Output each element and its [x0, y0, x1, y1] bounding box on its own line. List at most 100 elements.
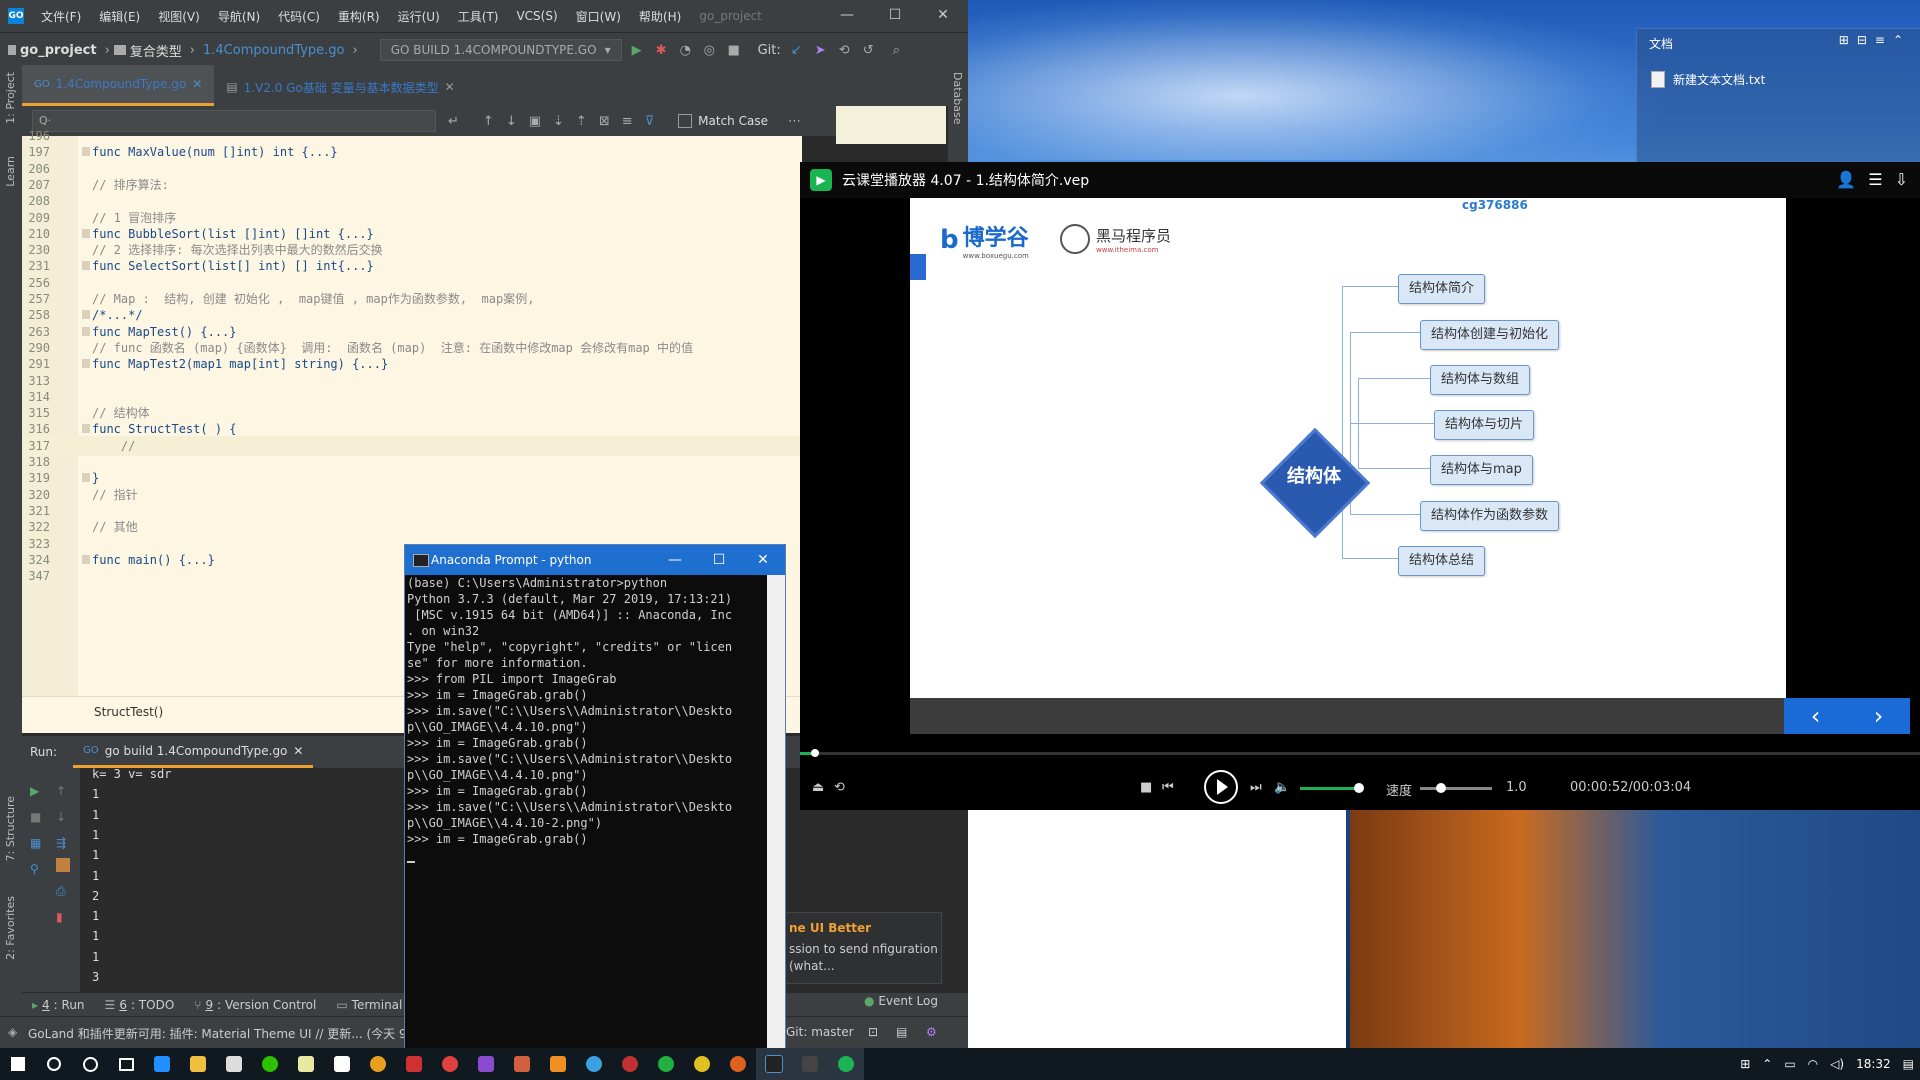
- fold-icon[interactable]: [82, 359, 90, 369]
- print-icon[interactable]: ⎙: [56, 884, 70, 898]
- task-view-button[interactable]: [108, 1048, 144, 1080]
- close-button[interactable]: ✕: [920, 0, 966, 32]
- speed-handle[interactable]: [1436, 783, 1446, 793]
- breadcrumb-project[interactable]: go_project: [16, 43, 101, 58]
- terminal-tool-tab[interactable]: ▭ Terminal: [326, 998, 412, 1012]
- tab-go-basics[interactable]: ▤ 1.V2.0 Go基础 变量与基本数据类型 ✕: [214, 68, 466, 106]
- taskbar-app-app3[interactable]: [504, 1048, 540, 1080]
- video-frame[interactable]: cg376886 b 博学谷 www.boxuegu.com 黑马程序员 www.i…: [910, 198, 1786, 698]
- cortana-button[interactable]: [72, 1048, 108, 1080]
- taskbar-app-app7[interactable]: [648, 1048, 684, 1080]
- fold-icon[interactable]: [82, 424, 90, 434]
- maximize-button[interactable]: ☐: [697, 545, 741, 575]
- taskbar-app-player[interactable]: [828, 1048, 864, 1080]
- start-button[interactable]: [0, 1048, 36, 1080]
- lock-icon[interactable]: ⊡: [868, 1025, 878, 1039]
- layout-icon[interactable]: ▦: [30, 836, 44, 850]
- run-configuration-select[interactable]: GO BUILD 1.4COMPOUNDTYPE.GO ▾: [379, 39, 622, 61]
- todo-tool-tab[interactable]: ☰ 6: TODO: [95, 998, 185, 1012]
- fold-icon[interactable]: [82, 310, 90, 320]
- play-button[interactable]: [1204, 770, 1238, 804]
- structure-tool-button[interactable]: 7: Structure: [4, 796, 17, 861]
- volume-icon[interactable]: 🔈: [1274, 780, 1290, 795]
- volume-icon[interactable]: ◁): [1830, 1057, 1844, 1071]
- taskbar-app-mail[interactable]: [216, 1048, 252, 1080]
- menu-view[interactable]: 视图(V): [149, 8, 209, 25]
- stop-icon[interactable]: ■: [30, 810, 44, 824]
- network-icon[interactable]: ◠: [1808, 1057, 1818, 1071]
- stop-icon[interactable]: ■: [1140, 780, 1152, 795]
- menu-help[interactable]: 帮助(H): [630, 8, 690, 25]
- git-history-icon[interactable]: ⟲: [839, 43, 853, 58]
- run-output-console[interactable]: k= 3 v= sdr 1 1 1 1 1 2 1 1 1 3: [80, 767, 410, 992]
- taskbar-app-app4[interactable]: [540, 1048, 576, 1080]
- taskbar-app-app6[interactable]: [612, 1048, 648, 1080]
- taskbar-app-app2[interactable]: [432, 1048, 468, 1080]
- menu-run[interactable]: 运行(U): [389, 8, 449, 25]
- volume-handle[interactable]: [1354, 783, 1364, 793]
- memory-icon[interactable]: ▤: [896, 1025, 907, 1039]
- close-icon[interactable]: ✕: [293, 744, 303, 758]
- stop-icon[interactable]: ■: [728, 43, 742, 58]
- database-tool-button[interactable]: Database: [951, 72, 964, 125]
- minimize-button[interactable]: —: [824, 0, 870, 32]
- trash-icon[interactable]: ▮: [56, 910, 70, 924]
- previous-track-icon[interactable]: ⏮: [1162, 780, 1174, 795]
- eject-icon[interactable]: ⏏: [812, 780, 824, 795]
- close-icon[interactable]: ✕: [445, 80, 455, 94]
- profile-icon[interactable]: ◎: [704, 43, 718, 58]
- next-slide-icon[interactable]: ›: [1874, 702, 1884, 730]
- maximize-button[interactable]: ☐: [872, 0, 918, 32]
- favorites-tool-button[interactable]: 2: Favorites: [4, 896, 17, 960]
- breadcrumb-folder[interactable]: 复合类型: [126, 41, 186, 60]
- fold-icon[interactable]: [82, 261, 90, 271]
- project-tool-button[interactable]: 1: Project: [4, 72, 17, 124]
- taskbar-app-explorer[interactable]: [180, 1048, 216, 1080]
- close-button[interactable]: ✕: [741, 545, 785, 575]
- menu-window[interactable]: 窗口(W): [567, 8, 630, 25]
- fold-icon[interactable]: [82, 473, 90, 483]
- taskbar-app-goland[interactable]: [756, 1048, 792, 1080]
- taskbar-app-chrome[interactable]: [360, 1048, 396, 1080]
- notification-balloon[interactable]: ne UI Better ssion to send nfiguration (…: [784, 912, 942, 984]
- menu-tools[interactable]: 工具(T): [449, 8, 508, 25]
- next-track-icon[interactable]: ⏭: [1250, 780, 1262, 795]
- menu-vcs[interactable]: VCS(S): [507, 9, 566, 23]
- taskbar-app-edge[interactable]: [144, 1048, 180, 1080]
- search-button[interactable]: [36, 1048, 72, 1080]
- minimize-button[interactable]: —: [653, 545, 697, 575]
- update-status-message[interactable]: GoLand 和插件更新可用: 插件: Material Theme UI //…: [28, 1025, 407, 1042]
- fold-icon[interactable]: [82, 326, 90, 336]
- progress-handle[interactable]: [811, 749, 819, 757]
- taskbar-app-files[interactable]: [324, 1048, 360, 1080]
- player-title-controls[interactable]: 👤☰⇩: [1836, 170, 1920, 189]
- previous-slide-icon[interactable]: ‹: [1811, 702, 1821, 730]
- speed-slider[interactable]: [1420, 787, 1492, 790]
- run-icon[interactable]: ▶: [632, 43, 646, 58]
- repeat-icon[interactable]: ⟲: [834, 780, 845, 795]
- scroll-down-icon[interactable]: ↓: [56, 810, 70, 824]
- event-log-button[interactable]: ● Event Log: [864, 994, 938, 1008]
- debug-icon[interactable]: ✱: [656, 43, 670, 58]
- learn-tool-button[interactable]: Learn: [4, 156, 17, 187]
- taskbar-app-notes[interactable]: [288, 1048, 324, 1080]
- run-tool-tab[interactable]: ▸ 4: Run: [22, 998, 95, 1012]
- fold-icon[interactable]: [82, 228, 90, 238]
- notification-center-icon[interactable]: ▤: [1903, 1057, 1914, 1071]
- rerun-icon[interactable]: ▶: [30, 784, 44, 798]
- menu-file[interactable]: 文件(F): [32, 8, 90, 25]
- close-icon[interactable]: ✕: [192, 77, 202, 91]
- fold-icon[interactable]: [82, 554, 90, 564]
- taskbar-app-app1[interactable]: [396, 1048, 432, 1080]
- clock[interactable]: 18:32: [1856, 1057, 1891, 1071]
- battery-icon[interactable]: ▭: [1784, 1057, 1795, 1071]
- volume-slider[interactable]: [1300, 787, 1358, 790]
- menu-navigate[interactable]: 导航(N): [209, 8, 269, 25]
- taskbar-app-app5[interactable]: [576, 1048, 612, 1080]
- documents-panel-controls[interactable]: ⊞⊟≡⌃: [1839, 33, 1911, 47]
- console-output[interactable]: (base) C:\Users\Administrator>python Pyth…: [407, 575, 767, 1049]
- search-icon[interactable]: ⌕: [893, 43, 907, 58]
- taskbar-app-vs[interactable]: [468, 1048, 504, 1080]
- fold-icon[interactable]: [82, 147, 90, 157]
- chevron-up-icon[interactable]: ⌃: [1762, 1057, 1772, 1071]
